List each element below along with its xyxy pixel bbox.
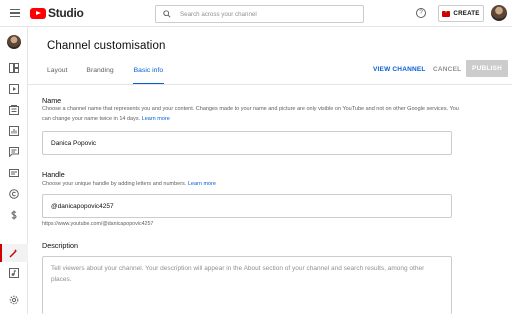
name-help-body: Choose a channel name that represents yo… [42,106,459,122]
page-title: Channel customisation [47,40,166,52]
channel-avatar[interactable] [7,35,21,49]
tab-branding[interactable]: Branding [86,67,113,85]
audio-library-icon[interactable] [8,267,20,279]
description-field[interactable]: Tell viewers about your channel. Your de… [42,256,452,314]
handle-help-text: Choose your unique handle by adding lett… [42,180,462,190]
handle-label: Handle [42,170,65,179]
handle-field[interactable]: @danicapopovic4257 [42,194,452,218]
analytics-icon[interactable] [8,125,20,137]
search-box[interactable] [155,5,364,23]
search-icon [163,10,171,18]
handle-value: @danicapopovic4257 [51,202,114,210]
description-label: Description [42,241,78,250]
settings-icon[interactable] [8,294,20,306]
tab-layout[interactable]: Layout [47,67,67,85]
name-help-text: Choose a channel name that represents yo… [42,105,462,124]
customisation-icon[interactable] [8,247,20,259]
create-label: CREATE [453,10,480,17]
comments-icon[interactable] [8,146,20,158]
tab-basic-info[interactable]: Basic info [132,67,165,85]
menu-icon[interactable] [10,9,20,17]
handle-learn-more-link[interactable]: Learn more [188,181,216,187]
handle-help-body: Choose your unique handle by adding lett… [42,181,187,187]
youtube-play-icon [30,7,46,19]
logo-text: Studio [48,6,84,20]
copyright-icon[interactable] [8,188,20,200]
tabs-divider [28,84,512,85]
channel-url[interactable]: https://www.youtube.com/@danicapopovic42… [42,221,153,227]
content-icon[interactable] [8,83,20,95]
studio-logo[interactable]: Studio [30,6,84,20]
cancel-button[interactable]: CANCEL [433,66,461,73]
name-value: Danica Popovic [51,139,97,147]
tab-bar: Layout Branding Basic info [47,67,183,85]
publish-button[interactable]: PUBLISH [466,60,508,77]
dashboard-icon[interactable] [8,62,20,74]
name-field[interactable]: Danica Popovic [42,131,452,155]
earn-icon[interactable] [8,209,20,221]
view-channel-button[interactable]: VIEW CHANNEL [373,66,426,73]
playlists-icon[interactable] [8,104,20,116]
name-learn-more-link[interactable]: Learn more [142,116,170,122]
search-input[interactable] [180,10,350,18]
name-label: Name [42,96,62,105]
help-icon[interactable]: ? [416,8,426,18]
subtitles-icon[interactable] [8,167,20,179]
sidebar [0,27,28,314]
create-button[interactable]: CREATE [438,5,484,22]
account-avatar[interactable] [491,5,507,21]
description-placeholder: Tell viewers about your channel. Your de… [51,265,425,283]
create-video-icon [442,8,451,17]
top-bar: Studio ? CREATE [0,0,512,27]
